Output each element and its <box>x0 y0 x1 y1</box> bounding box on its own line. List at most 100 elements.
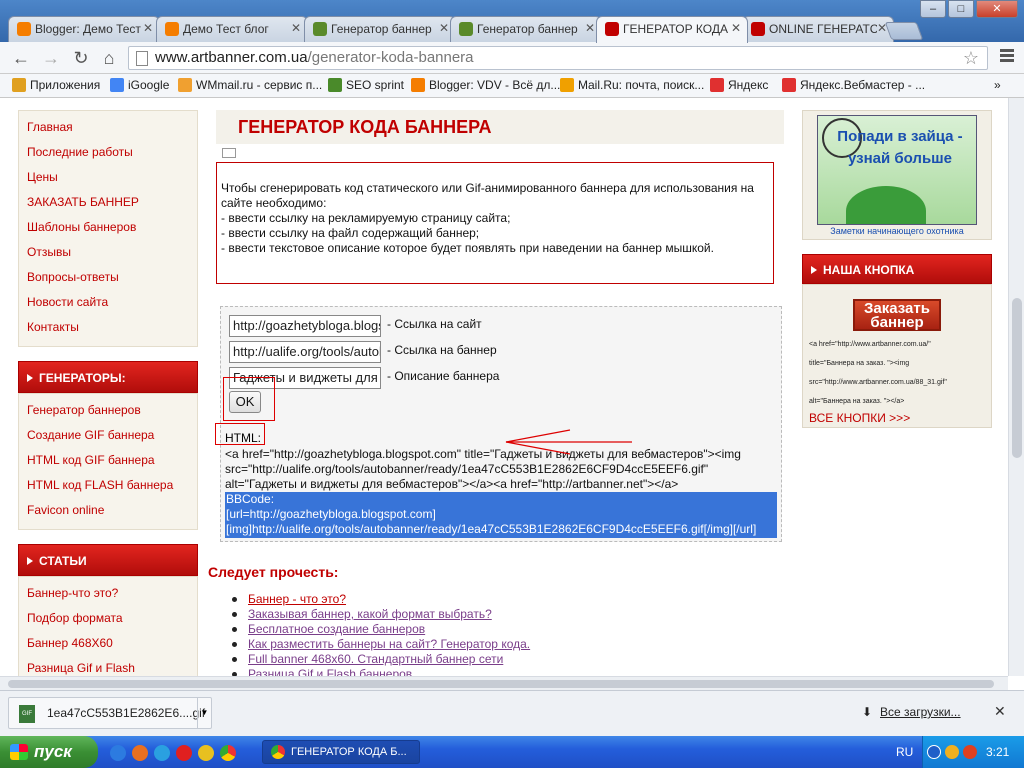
tab-label: ONLINE ГЕНЕРАТС <box>769 22 877 36</box>
menu-link[interactable]: Отзывы <box>19 240 197 265</box>
bookmark-label: iGoogle <box>128 78 170 92</box>
ad-caption[interactable]: Заметки начинающего охотника <box>817 226 977 236</box>
menu-link[interactable]: Вопросы-ответы <box>19 265 197 290</box>
generator-link[interactable]: HTML код GIF баннера <box>19 448 197 473</box>
menu-link[interactable]: Контакты <box>19 315 197 340</box>
taskbar-item-chrome[interactable]: ГЕНЕРАТОР КОДА Б... <box>262 740 420 764</box>
site-url-input[interactable]: http://goazhetybloga.blogs <box>229 315 381 337</box>
browser-toolbar: ← → ↻ ⌂ www.artbanner.com.ua/generator-k… <box>0 42 1024 74</box>
minimize-button[interactable]: – <box>920 0 946 18</box>
scrollbar-thumb[interactable] <box>1012 298 1022 458</box>
close-icon[interactable]: ✕ <box>994 703 1006 720</box>
close-icon[interactable]: ✕ <box>291 21 301 35</box>
close-window-button[interactable]: ✕ <box>976 0 1018 18</box>
article-link[interactable]: Full banner 468x60. Стандартный баннер с… <box>248 652 503 666</box>
bbcode-output-selected[interactable]: BBCode: [url=http://goazhetybloga.blogsp… <box>225 492 777 538</box>
bookmark-igoogle[interactable]: iGoogle <box>110 78 169 92</box>
article-link[interactable]: Подбор формата <box>19 606 197 631</box>
hunter-ad-banner[interactable]: Попади в зайца - узнай больше <box>817 115 977 225</box>
all-buttons-link[interactable]: ВСЕ КНОПКИ >>> <box>809 411 985 425</box>
tray-app-icon[interactable] <box>945 745 959 759</box>
generator-link[interactable]: Создание GIF баннера <box>19 423 197 448</box>
back-icon[interactable]: ← <box>10 47 32 69</box>
tray-arrow-icon[interactable] <box>927 745 941 759</box>
tray-app-icon[interactable] <box>963 745 977 759</box>
chevron-down-icon[interactable]: ▼ <box>197 698 211 728</box>
home-icon[interactable]: ⌂ <box>98 47 120 69</box>
menu-link[interactable]: ЗАКАЗАТЬ БАННЕР <box>19 190 197 215</box>
tab-banner-generator-2[interactable]: Генератор баннер ✕ <box>450 16 602 42</box>
close-icon[interactable]: ✕ <box>731 21 741 35</box>
read-more-list: Баннер - что это? Заказывая баннер, како… <box>232 592 530 676</box>
all-downloads-link[interactable]: ⬇ Все загрузки... <box>862 705 961 719</box>
maximize-button[interactable]: □ <box>948 0 974 18</box>
tab-online-generator[interactable]: ONLINE ГЕНЕРАТС ✕ <box>742 16 894 42</box>
skype-icon[interactable] <box>154 745 170 761</box>
wmmail-icon <box>178 78 192 92</box>
horizontal-scrollbar[interactable] <box>0 676 1008 690</box>
section-title: ГЕНЕРАТОРЫ: <box>39 371 126 385</box>
url-path: /generator-koda-bannera <box>307 49 474 66</box>
article-link[interactable]: Заказывая баннер, какой формат выбрать? <box>248 607 492 621</box>
ok-button[interactable]: OK <box>229 391 261 413</box>
download-item[interactable]: GIF 1ea47cC553B1E2862E6....gif ▼ <box>8 697 212 729</box>
vertical-scrollbar[interactable] <box>1008 98 1024 676</box>
article-link[interactable]: Баннер 468Х60 <box>19 631 197 656</box>
start-button[interactable]: пуск <box>0 736 98 768</box>
menu-link[interactable]: Главная <box>19 115 197 140</box>
article-link[interactable]: Как разместить баннеры на сайт? Генерато… <box>248 637 530 651</box>
bookmark-seo-sprint[interactable]: SEO sprint <box>328 78 404 92</box>
instructions-step: - ввести ссылку на файл содержащий банне… <box>221 226 480 240</box>
browser-quicklaunch-icon[interactable] <box>132 745 148 761</box>
bookmark-mailru[interactable]: Mail.Ru: почта, поиск... <box>560 78 704 92</box>
ie-icon[interactable] <box>110 745 126 761</box>
new-tab-button[interactable] <box>884 22 924 40</box>
tab-code-generator[interactable]: ГЕНЕРАТОР КОДА ✕ <box>596 16 748 43</box>
mail-icon[interactable] <box>222 148 236 158</box>
yandex-browser-icon[interactable] <box>198 745 214 761</box>
article-link[interactable]: Баннер-что это? <box>19 581 197 606</box>
menu-link[interactable]: Последние работы <box>19 140 197 165</box>
order-banner-button[interactable]: Заказать баннер <box>853 299 941 331</box>
generator-link[interactable]: Генератор баннеров <box>19 398 197 423</box>
tab-label: Blogger: Демо Тест <box>35 22 141 36</box>
generator-link[interactable]: Favicon online <box>19 498 197 523</box>
bookmark-apps[interactable]: Приложения <box>12 78 100 92</box>
tab-blogger-demo[interactable]: Blogger: Демо Тест ✕ <box>8 16 160 42</box>
scrollbar-thumb[interactable] <box>8 680 994 688</box>
tab-banner-generator-1[interactable]: Генератор баннер ✕ <box>304 16 456 42</box>
all-downloads-label: Все загрузки... <box>880 705 961 719</box>
close-icon[interactable]: ✕ <box>143 21 153 35</box>
menu-icon[interactable] <box>1000 49 1014 64</box>
yandex-icon <box>710 78 724 92</box>
generators-heading: ГЕНЕРАТОРЫ: <box>18 361 198 393</box>
list-item: Заказывая баннер, какой формат выбрать? <box>232 607 530 622</box>
language-indicator[interactable]: RU <box>896 745 913 759</box>
bookmark-wmmail[interactable]: WMmail.ru - сервис п... <box>178 78 322 92</box>
generator-link[interactable]: HTML код FLASH баннера <box>19 473 197 498</box>
menu-link[interactable]: Цены <box>19 165 197 190</box>
article-link[interactable]: Разница Gif и Flash <box>19 656 197 676</box>
article-link[interactable]: Бесплатное создание баннеров <box>248 622 425 636</box>
start-label: пуск <box>34 742 72 761</box>
address-bar[interactable]: www.artbanner.com.ua/generator-koda-bann… <box>128 46 988 70</box>
close-icon[interactable]: ✕ <box>439 21 449 35</box>
bookmark-yandex[interactable]: Яндекс <box>710 78 768 92</box>
bookmark-yandex-webmaster[interactable]: Яндекс.Вебмастер - ... <box>782 78 925 92</box>
bookmarks-overflow-icon[interactable]: » <box>994 78 1001 92</box>
reload-icon[interactable]: ↻ <box>70 47 92 69</box>
opera-icon[interactable] <box>176 745 192 761</box>
chrome-icon[interactable] <box>220 745 236 761</box>
article-link[interactable]: Баннер - что это? <box>248 592 346 606</box>
tab-demo-blog[interactable]: Демо Тест блог ✕ <box>156 16 308 42</box>
menu-link[interactable]: Шаблоны баннеров <box>19 215 197 240</box>
banner-url-input[interactable]: http://ualife.org/tools/autol <box>229 341 381 363</box>
bookmark-star-icon[interactable]: ☆ <box>963 47 979 69</box>
forward-icon[interactable]: → <box>40 47 62 69</box>
bookmark-blogger-vdv[interactable]: Blogger: VDV - Всё дл... <box>411 78 560 92</box>
close-icon[interactable]: ✕ <box>585 21 595 35</box>
menu-link[interactable]: Новости сайта <box>19 290 197 315</box>
article-link[interactable]: Разница Gif и Flash баннеров <box>248 667 412 676</box>
window-controls: – □ ✕ <box>918 0 1018 18</box>
blogger-icon <box>165 22 179 36</box>
